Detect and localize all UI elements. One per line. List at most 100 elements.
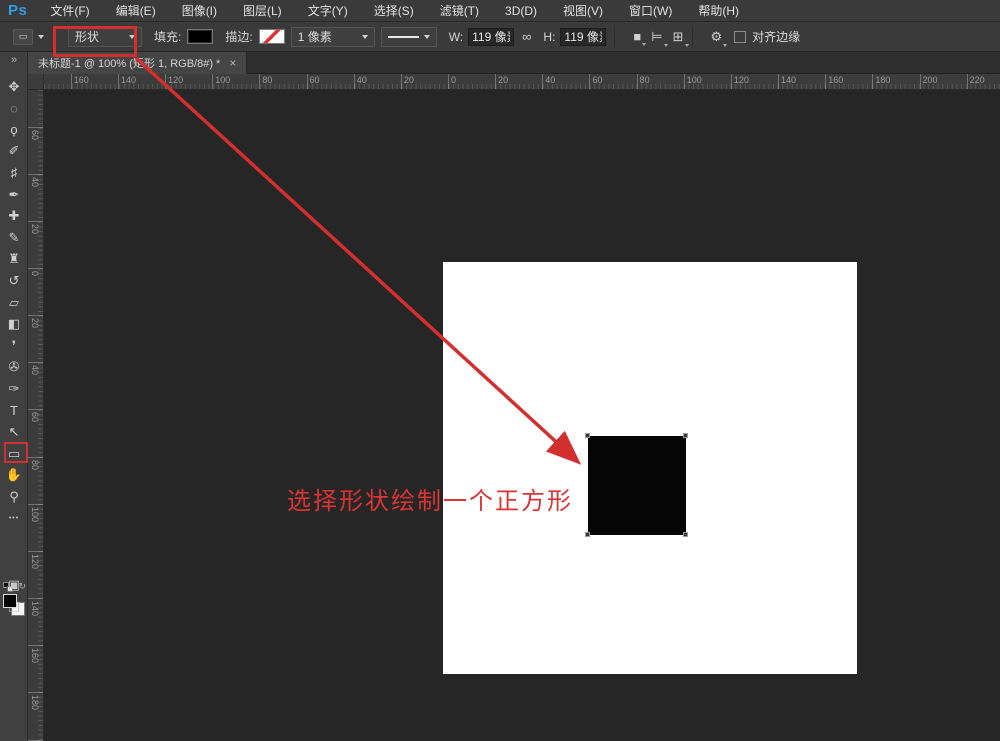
shape-settings-gear-icon[interactable]: ⚙ (711, 29, 723, 45)
ruler-tick-label: 60 (30, 130, 40, 140)
path-alignment-icon[interactable]: ⊨ (651, 29, 662, 45)
history-brush-tool[interactable]: ↺ (0, 270, 28, 291)
document-canvas[interactable] (443, 262, 857, 674)
preset-caret-icon[interactable] (38, 35, 44, 39)
vertical-ruler[interactable]: 604020020406080100120140160180200 (28, 90, 44, 741)
path-operations-icon[interactable]: ■ (633, 29, 641, 44)
menu-edit[interactable]: 编辑(E) (103, 0, 169, 21)
stroke-width-select[interactable]: 1 像素 (291, 27, 375, 47)
eyedropper-tool[interactable]: ✒ (0, 184, 28, 205)
stroke-style-select[interactable] (381, 27, 437, 47)
ruler-tick (28, 221, 44, 222)
divider (692, 27, 693, 47)
stroke-width-value: 1 像素 (298, 28, 332, 45)
ruler-tick (28, 645, 44, 646)
width-input[interactable] (468, 28, 514, 46)
ruler-tick (495, 74, 496, 90)
ruler-tick (259, 74, 260, 90)
ruler-tick-label: 20 (30, 224, 40, 234)
ruler-tick-label: 120 (734, 75, 749, 85)
preset-shape-icon: ▭ (19, 31, 28, 42)
type-tool[interactable]: T (0, 400, 28, 421)
ruler-tick (401, 74, 402, 90)
rectangle-shape[interactable] (588, 436, 686, 535)
shape-handle[interactable] (683, 433, 688, 438)
ruler-tick (448, 74, 449, 90)
foreground-color-swatch[interactable] (3, 594, 17, 608)
eraser-tool[interactable]: ▱ (0, 292, 28, 313)
menu-image[interactable]: 图像(I) (169, 0, 230, 21)
menu-window[interactable]: 窗口(W) (616, 0, 685, 21)
brush-tool[interactable]: ✎ (0, 227, 28, 248)
menu-file[interactable]: 文件(F) (37, 0, 102, 21)
ruler-tick-label: 160 (74, 75, 89, 85)
ruler-tick-label: 60 (310, 75, 320, 85)
ruler-tick (28, 127, 44, 128)
dodge-tool[interactable]: ✇ (0, 357, 28, 378)
crop-tool[interactable]: ♯ (0, 162, 28, 183)
ruler-tick-label: 40 (30, 177, 40, 187)
hand-tool-icon: ✋ (6, 467, 22, 483)
square-icon: ■ (633, 29, 641, 44)
marquee-tool[interactable]: ◌ (0, 98, 28, 119)
lasso-tool[interactable]: ϙ (0, 119, 28, 140)
menu-select[interactable]: 选择(S) (361, 0, 427, 21)
canvas-area[interactable] (44, 90, 1000, 741)
fill-label: 填充: (154, 28, 181, 45)
close-icon[interactable]: × (229, 56, 236, 70)
collapse-panel-icon[interactable]: » (0, 54, 28, 66)
tool-preset-icon[interactable]: ▭ (13, 29, 33, 45)
shape-handle[interactable] (585, 532, 590, 537)
zoom-tool[interactable]: ⚲ (0, 486, 28, 507)
ruler-tick-label: 140 (781, 75, 796, 85)
ruler-tick-label: 80 (640, 75, 650, 85)
link-dimensions-icon[interactable]: ∞ (522, 29, 531, 44)
quick-mask-icon[interactable]: ▣ (0, 577, 28, 593)
chevron-down-icon (642, 43, 646, 46)
pen-tool[interactable]: ✑ (0, 378, 28, 399)
ruler-tick (28, 551, 44, 552)
width-label: W: (449, 30, 463, 44)
ruler-tick (28, 504, 44, 505)
ruler-tick (354, 74, 355, 90)
healing-brush-tool[interactable]: ✚ (0, 206, 28, 227)
menu-type[interactable]: 文字(Y) (295, 0, 361, 21)
blur-tool[interactable]: ❜ (0, 335, 28, 356)
align-edges-checkbox[interactable] (734, 31, 746, 43)
shape-handle[interactable] (585, 433, 590, 438)
ruler-tick (731, 74, 732, 90)
eraser-tool-icon: ▱ (9, 295, 19, 311)
ruler-tick-label: 60 (30, 412, 40, 422)
chevron-down-icon (685, 44, 689, 47)
chevron-down-icon (129, 35, 135, 39)
ruler-tick-label: 180 (30, 695, 40, 710)
clone-stamp-tool[interactable]: ♜ (0, 249, 28, 270)
height-input[interactable] (560, 28, 606, 46)
hand-tool[interactable]: ✋ (0, 465, 28, 486)
menu-layer[interactable]: 图层(L) (230, 0, 295, 21)
ruler-tick (28, 409, 44, 410)
menu-help[interactable]: 帮助(H) (685, 0, 752, 21)
document-tab-title: 未标题-1 @ 100% (矩形 1, RGB/8#) * (38, 55, 220, 71)
menu-filter[interactable]: 滤镜(T) (427, 0, 492, 21)
document-tab[interactable]: 未标题-1 @ 100% (矩形 1, RGB/8#) * × (28, 52, 247, 74)
edit-toolbar-button[interactable]: ••• (0, 508, 28, 529)
rectangle-tool[interactable]: ▭ (0, 443, 28, 464)
menu-view[interactable]: 视图(V) (550, 0, 616, 21)
path-selection-tool[interactable]: ↖ (0, 422, 28, 443)
gradient-tool[interactable]: ◧ (0, 314, 28, 335)
fill-color-swatch[interactable] (187, 29, 213, 44)
move-tool[interactable]: ✥ (0, 76, 28, 97)
path-arrangement-icon[interactable]: ⊞ (673, 29, 684, 45)
height-label: H: (543, 30, 555, 44)
ruler-tick (684, 74, 685, 90)
stroke-color-swatch[interactable] (259, 29, 285, 44)
quick-selection-tool[interactable]: ✐ (0, 141, 28, 162)
ruler-origin-corner[interactable] (28, 74, 44, 90)
tool-mode-select[interactable]: 形状 (68, 27, 142, 47)
brush-tool-icon: ✎ (9, 230, 20, 246)
ruler-tick-label: 140 (30, 601, 40, 616)
menu-3d[interactable]: 3D(D) (492, 0, 550, 21)
shape-handle[interactable] (683, 532, 688, 537)
horizontal-ruler[interactable]: 1601401201008060402002040608010012014016… (44, 74, 1000, 90)
